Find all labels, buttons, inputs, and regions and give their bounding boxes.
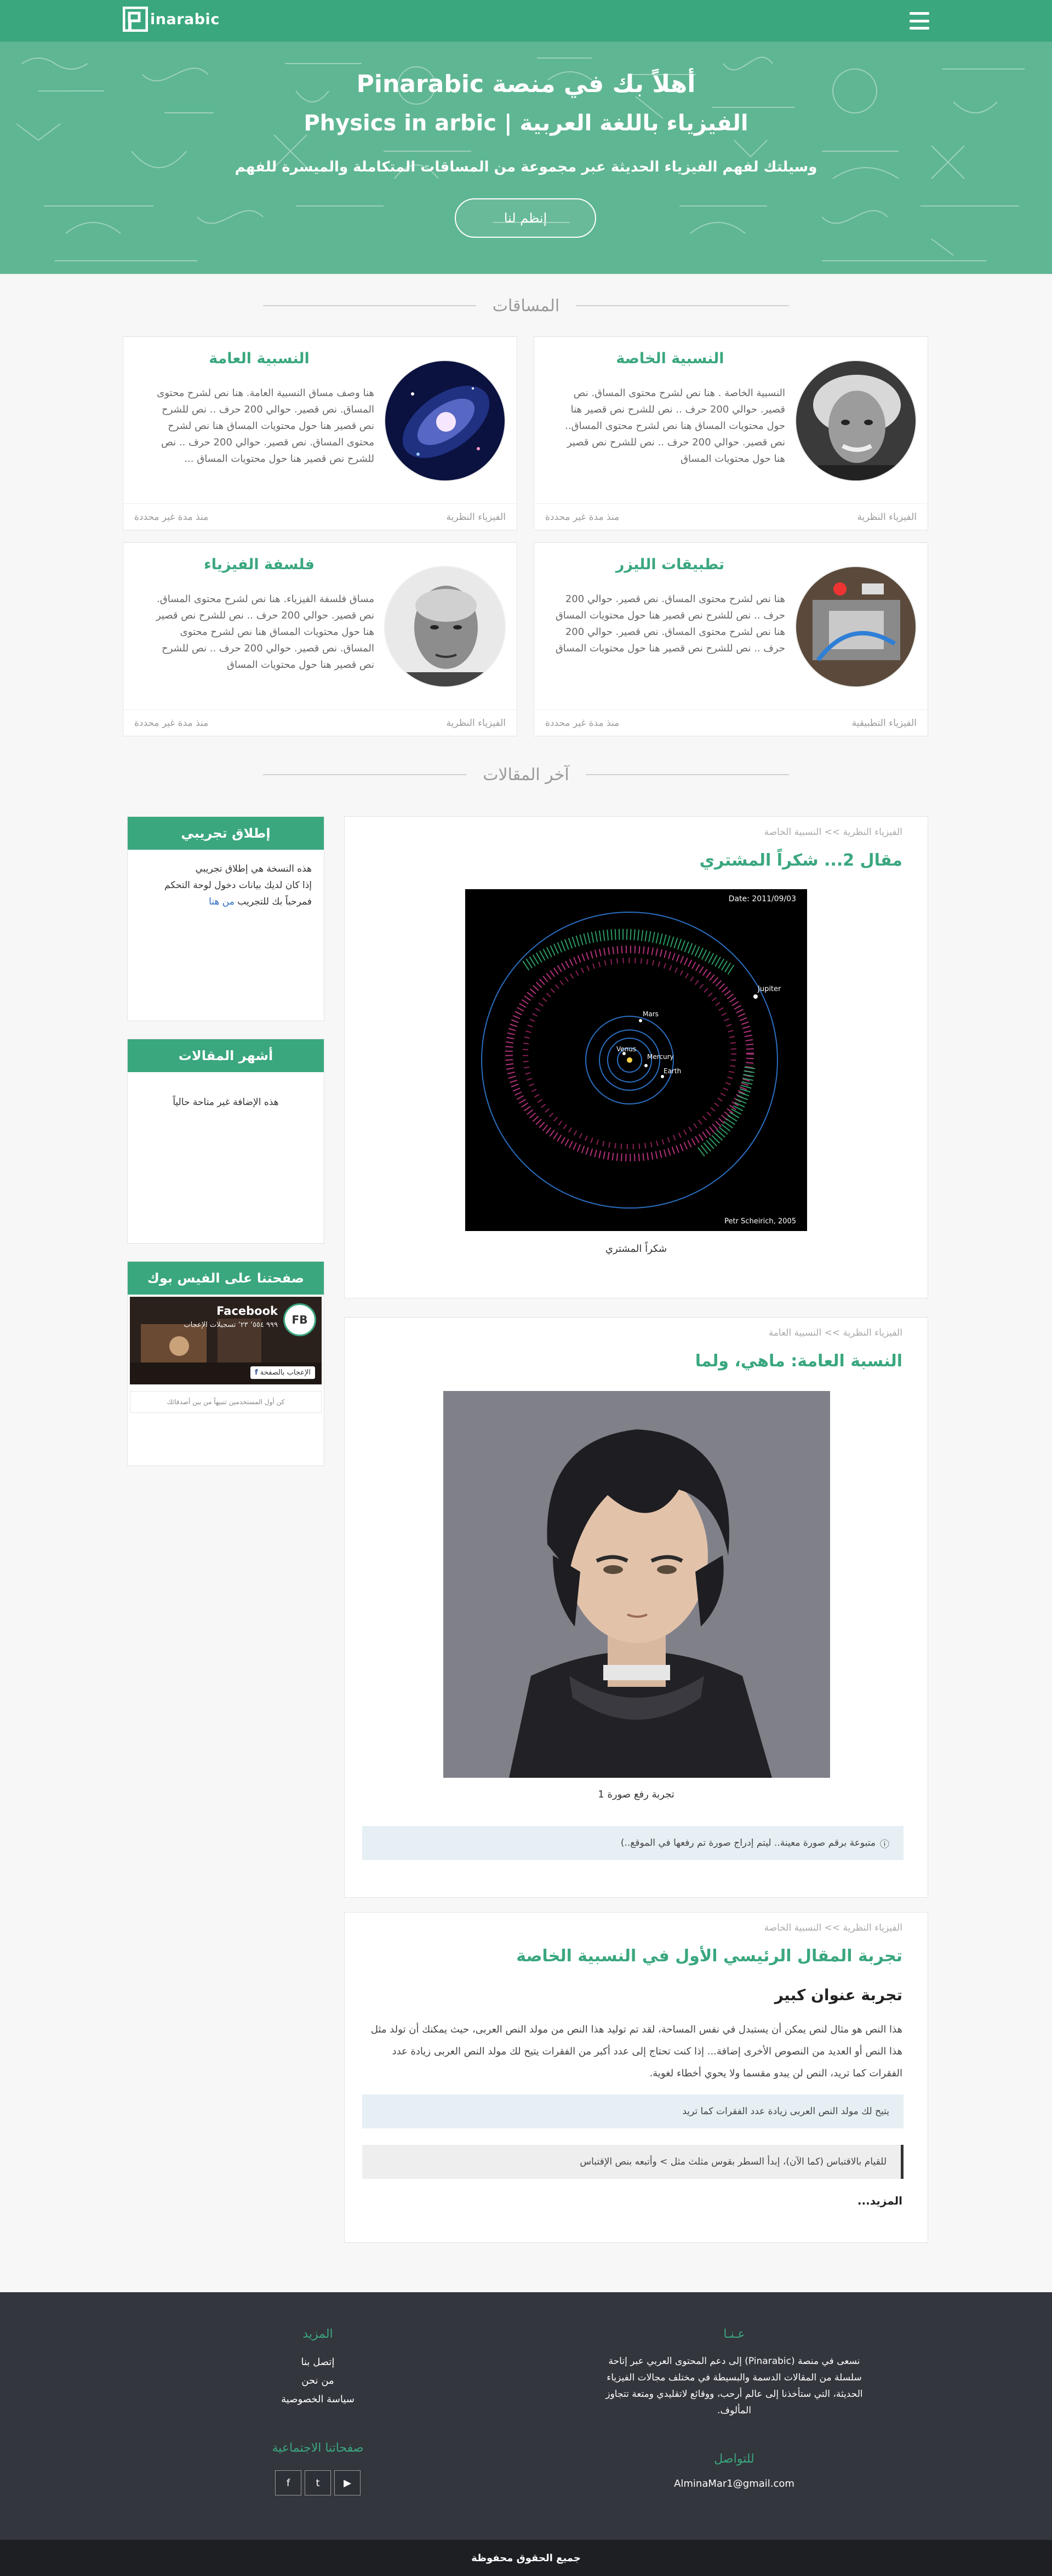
about-heading: عـنـا: [723, 2327, 745, 2341]
contact-link[interactable]: إتصل بنا: [230, 2353, 405, 2372]
course-category[interactable]: الفيزياء النظرية: [446, 718, 506, 729]
course-category[interactable]: الفيزياء التطبيقية: [852, 718, 917, 729]
asteroid-orbit-figure: Date: 2011/09/03 Jupiter Mars Venus Merc…: [465, 889, 807, 1231]
logo-text: inarabic: [150, 10, 220, 28]
course-title[interactable]: فلسفة الفيزياء: [144, 556, 374, 573]
figure-label: Mars: [643, 1010, 659, 1018]
more-heading: المزيد: [302, 2327, 333, 2341]
blockquote: للقيام بالاقتباس (كما الآن)، إبدأ السطر …: [362, 2145, 904, 2179]
facebook-icon[interactable]: f: [275, 2470, 301, 2495]
popular-articles-widget: أشهر المقالات هذه الإضافة غير متاحة حالي…: [127, 1039, 324, 1244]
course-time: منذ مدة غير محددة: [134, 717, 209, 729]
course-title[interactable]: تطبيقات الليزر: [555, 556, 785, 573]
laser-apparatus-image: [795, 566, 917, 688]
try-here-link[interactable]: من هنا: [209, 896, 235, 907]
info-note: ⓘ متبوعة برقم صورة معينة.. ليتم إدراج صور…: [362, 1826, 904, 1860]
facebook-like-button[interactable]: الإعجاب بالصفحة f: [250, 1366, 315, 1379]
course-description: مساق فلسفة الفيزياء. هنا نص لشرح محتوى ا…: [156, 593, 374, 671]
hero-subtitle: Physics in arbic | الفيزياء باللغة العرب…: [304, 111, 748, 136]
widget-title: صفحتنا على الفيس بوك: [128, 1262, 324, 1295]
facebook-avatar: FB: [283, 1303, 316, 1336]
anime-portrait-image: [443, 1391, 830, 1778]
image-caption: شكراً المشتري: [605, 1243, 667, 1255]
article-card: الفيزياء النظرية >> النسبية الخاصة مقال …: [344, 816, 928, 1298]
about-link[interactable]: من نحن: [230, 2372, 405, 2390]
facebook-page-plugin[interactable]: FB Facebook ٩٩٩ ٬٥٥٤ ٬٢٣ تسجيلات الإعجاب…: [130, 1297, 322, 1384]
facebook-followers: ٩٩٩ ٬٥٥٤ ٬٢٣ تسجيلات الإعجاب: [184, 1321, 278, 1329]
figure-label: Mercury: [647, 1053, 674, 1061]
top-navbar: inarabic: [0, 0, 1052, 42]
article-title[interactable]: مقال 2... شكراً المشتري: [700, 851, 902, 870]
hero-banner: أهلاً بك في منصة Pinarabic Physics in ar…: [0, 42, 1052, 274]
course-category[interactable]: الفيزياء النظرية: [857, 512, 917, 523]
hero-title: أهلاً بك في منصة Pinarabic: [356, 70, 696, 98]
join-button[interactable]: إنظم لنا: [455, 198, 596, 238]
philosopher-portrait: [384, 566, 506, 688]
course-title[interactable]: النسبية الخاصة: [555, 350, 785, 367]
figure-label: Jupiter: [757, 985, 781, 993]
articles-section-title: آخر المقالات: [263, 764, 789, 786]
course-description: النسبية الخاصة . هنا نص لشرح محتوى المسا…: [565, 387, 785, 465]
breadcrumb[interactable]: الفيزياء النظرية >> النسبية الخاصة: [764, 827, 902, 838]
facebook-like-label: الإعجاب بالصفحة: [260, 1369, 311, 1377]
widget-title: إطلاق تجريبي: [128, 817, 324, 850]
facebook-widget: صفحتنا على الفيس بوك FB Facebook ٩٩٩ ٬٥٥…: [127, 1261, 324, 1466]
course-time: منذ مدة غير محددة: [545, 511, 620, 523]
course-card[interactable]: تطبيقات الليزر هنا نص لشرح محتوى المساق.…: [534, 542, 928, 736]
facebook-page-name[interactable]: Facebook: [216, 1304, 278, 1318]
site-logo[interactable]: inarabic: [122, 6, 220, 32]
social-heading: صفحاتنا الاجتماعية: [272, 2441, 364, 2455]
site-footer: عـنـا نسعى في منصة (Pinarabic) إلى دعم ا…: [0, 2292, 1052, 2540]
figure-label: Venus: [616, 1045, 636, 1053]
course-category[interactable]: الفيزياء النظرية: [446, 512, 506, 523]
article-card: الفيزياء النظرية >> النسبية العامة النسب…: [344, 1317, 928, 1898]
galaxy-image: [384, 360, 506, 482]
article-heading: تجربة عنوان كبير: [774, 1986, 902, 2004]
figure-credit: Petr Scheirich, 2005: [724, 1217, 796, 1226]
course-description: هنا نص لشرح محتوى المساق. نص قصير. حوالي…: [555, 593, 785, 654]
course-card[interactable]: النسبية الخاصة النسبية الخاصة . هنا نص ل…: [534, 336, 928, 530]
figure-label: Earth: [664, 1067, 681, 1075]
article-card: الفيزياء النظرية >> النسبية الخاصة تجربة…: [344, 1912, 928, 2243]
einstein-portrait: [795, 360, 917, 482]
facebook-friends-note: كن أول المستخدمين تنبيهاً من بين أصدقائك: [130, 1391, 322, 1413]
about-text: نسعى في منصة (Pinarabic) إلى دعم المحتوى…: [605, 2356, 863, 2416]
copyright-bar: جميع الحقوق محفوظة: [0, 2540, 1052, 2576]
hamburger-menu-icon[interactable]: [910, 12, 929, 30]
widget-title: أشهر المقالات: [128, 1039, 324, 1072]
figure-date: Date: 2011/09/03: [729, 895, 796, 903]
breadcrumb[interactable]: الفيزياء النظرية >> النسبية الخاصة: [764, 1922, 902, 1933]
contact-email[interactable]: AlminaMar1@gmail.com: [597, 2478, 871, 2489]
course-description: هنا وصف مساق النسبية العامة. هنا نص لشرح…: [157, 387, 374, 465]
course-time: منذ مدة غير محددة: [134, 511, 209, 523]
article-title[interactable]: النسبة العامة: ماهي، ولما: [695, 1352, 902, 1371]
twitter-icon[interactable]: t: [305, 2470, 331, 2495]
youtube-icon[interactable]: ▶: [334, 2470, 361, 2495]
hero-tagline: وسيلتك لفهم الفيزياء الحديثة عبر مجموعة …: [235, 159, 817, 175]
facebook-f-icon: f: [254, 1369, 258, 1377]
launch-widget: إطلاق تجريبي هذه النسخة هي إطلاق تجريبي …: [127, 816, 324, 1021]
courses-section-title: المساقات: [263, 295, 790, 317]
image-caption: تجربة رفع صورة 1: [598, 1789, 674, 1800]
contact-heading: للتواصل: [714, 2452, 754, 2466]
info-note: يتيح لك مولد النص العربى زيادة عدد الفقر…: [362, 2094, 904, 2128]
course-card[interactable]: النسبية العامة هنا وصف مساق النسبية العا…: [123, 336, 517, 530]
course-time: منذ مدة غير محددة: [545, 717, 620, 729]
logo-p-icon: [122, 6, 148, 32]
breadcrumb[interactable]: الفيزياء النظرية >> النسبية العامة: [769, 1327, 902, 1338]
course-card[interactable]: فلسفة الفيزياء مساق فلسفة الفيزياء. هنا …: [123, 542, 517, 736]
info-icon: ⓘ: [880, 1839, 889, 1850]
article-paragraph: هذا النص هو مثال لنص يمكن أن يستبدل في ن…: [370, 2024, 902, 2079]
privacy-link[interactable]: سياسة الخصوصية: [230, 2390, 405, 2409]
read-more-link[interactable]: المزيد...: [857, 2194, 902, 2207]
course-title[interactable]: النسبية العامة: [144, 350, 374, 367]
article-title[interactable]: تجربة المقال الرئيسي الأول في النسبية ال…: [516, 1947, 902, 1966]
